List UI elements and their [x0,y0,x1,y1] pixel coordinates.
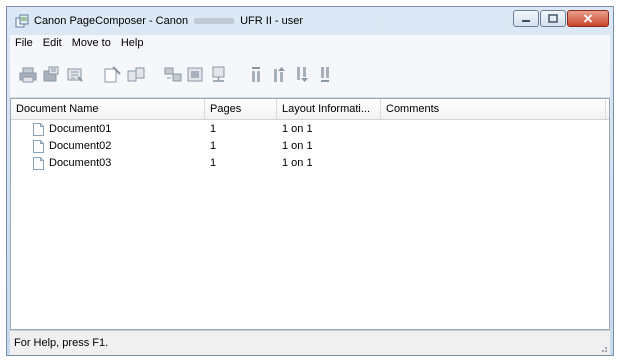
document-icon [33,123,44,136]
redacted-printer-model [194,18,235,25]
window-title-prefix: Canon PageComposer - Canon [34,15,189,27]
page-composer-app-icon [15,14,29,28]
close-button[interactable] [567,10,609,27]
window-title-suffix: UFR II - user [240,15,304,27]
maximize-icon [548,14,558,23]
resize-grip-icon[interactable] [598,343,608,353]
window-title: Canon PageComposer - Canon UFR II - user [34,15,303,27]
title-bar[interactable]: Canon PageComposer - Canon UFR II - user [7,7,613,35]
cell-document-name: Document03 [49,157,112,169]
table-row[interactable]: Document01 1 1 on 1 [11,121,609,138]
minimize-button[interactable] [513,10,539,27]
cell-document-name: Document01 [49,123,112,135]
delete-document-icon[interactable] [186,66,206,83]
move-bottom-icon[interactable] [315,66,335,83]
cell-pages: 1 [210,123,217,135]
split-documents-icon[interactable] [163,66,183,83]
status-text: For Help, press F1. [14,337,109,349]
table-row[interactable]: Document02 1 1 on 1 [11,138,609,155]
cell-layout: 1 on 1 [282,140,313,152]
menu-help[interactable]: Help [116,35,149,51]
status-bar: For Help, press F1. [10,330,610,355]
table-row[interactable]: Document03 1 1 on 1 [11,155,609,172]
cell-layout: 1 on 1 [282,123,313,135]
menu-file[interactable]: File [10,35,38,51]
properties-icon[interactable] [65,66,85,83]
maximize-button[interactable] [540,10,566,27]
menu-edit[interactable]: Edit [38,35,67,51]
cell-document-name: Document02 [49,140,112,152]
column-header-layout-information[interactable]: Layout Informati... [277,99,381,119]
close-icon [583,14,593,23]
menu-bar: File Edit Move to Help [10,35,610,51]
app-window: Canon PageComposer - Canon UFR II - user … [6,6,614,356]
column-header-comments[interactable]: Comments [381,99,606,119]
document-icon [33,157,44,170]
edit-document-icon[interactable] [102,66,122,83]
export-icon[interactable] [209,66,229,83]
column-header-document-name[interactable]: Document Name [11,99,205,119]
document-icon [33,140,44,153]
caption-buttons [513,10,609,27]
menu-move-to[interactable]: Move to [67,35,116,51]
move-down-icon[interactable] [292,66,312,83]
combine-documents-icon[interactable] [126,66,146,83]
minimize-icon [522,19,530,22]
column-header-pages[interactable]: Pages [205,99,277,119]
print-icon[interactable] [18,66,38,83]
cell-layout: 1 on 1 [282,157,313,169]
print-preview-icon[interactable] [41,66,61,83]
cell-pages: 1 [210,157,217,169]
move-up-icon[interactable] [269,66,289,83]
move-top-icon[interactable] [246,66,266,83]
cell-pages: 1 [210,140,217,152]
list-header: Document Name Pages Layout Informati... … [11,99,609,120]
document-list[interactable]: Document Name Pages Layout Informati... … [10,98,610,330]
toolbar [10,51,610,98]
